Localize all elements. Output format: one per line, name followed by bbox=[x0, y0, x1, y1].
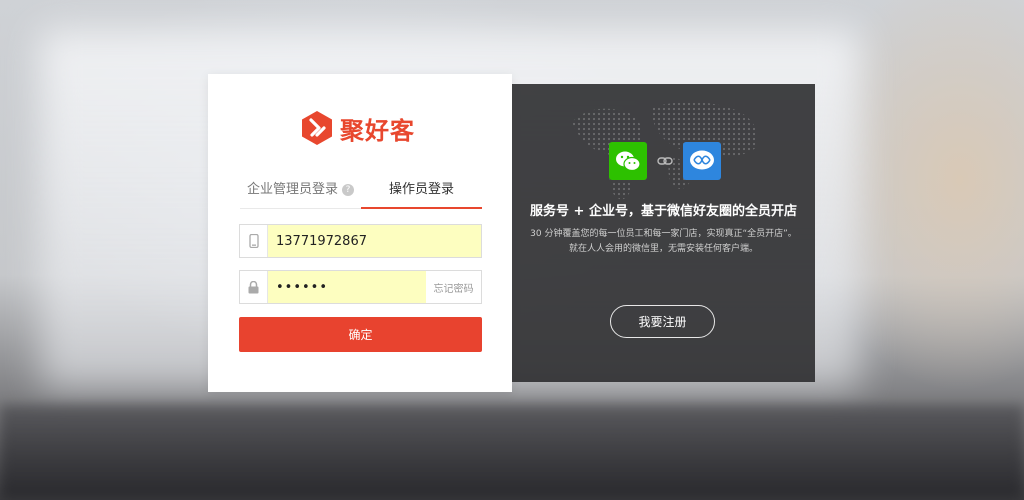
tab-admin-login[interactable]: 企业管理员登录? bbox=[240, 178, 361, 208]
promo-slogan: 服务号 + 企业号，基于微信好友圈的全员开店 bbox=[530, 204, 797, 219]
logo: 聚好客 bbox=[300, 110, 415, 146]
login-card: 聚好客 企业管理员登录? 操作员登录 忘记密码 确定 bbox=[208, 74, 512, 392]
confirm-button[interactable]: 确定 bbox=[239, 317, 482, 352]
phone-input[interactable] bbox=[268, 225, 481, 257]
phone-field bbox=[239, 224, 482, 258]
promo-panel: 服务号 + 企业号，基于微信好友圈的全员开店 30 分钟覆盖您的每一位员工和每一… bbox=[512, 84, 815, 382]
register-button[interactable]: 我要注册 bbox=[610, 305, 715, 338]
forgot-password-link[interactable]: 忘记密码 bbox=[426, 280, 481, 295]
link-icon bbox=[657, 157, 673, 165]
blurred-keyboard bbox=[0, 405, 1024, 500]
question-circle-icon[interactable]: ? bbox=[342, 184, 354, 196]
promo-desc-line-1: 30 分钟覆盖您的每一位员工和每一家门店，实现真正“全员开店”。 bbox=[530, 229, 797, 239]
password-field: 忘记密码 bbox=[239, 270, 482, 304]
password-input[interactable] bbox=[268, 271, 426, 303]
login-tabs: 企业管理员登录? 操作员登录 bbox=[240, 178, 482, 209]
app-icons bbox=[609, 142, 721, 180]
promo-description: 30 分钟覆盖您的每一位员工和每一家门店，实现真正“全员开店”。 就在人人会用的… bbox=[512, 227, 815, 257]
lock-icon bbox=[240, 271, 268, 303]
wechat-work-icon bbox=[683, 142, 721, 180]
wechat-icon bbox=[609, 142, 647, 180]
phone-icon bbox=[240, 225, 268, 257]
brand-name: 聚好客 bbox=[340, 116, 415, 145]
tab-operator-login[interactable]: 操作员登录 bbox=[361, 178, 482, 209]
tab-operator-login-label: 操作员登录 bbox=[388, 182, 454, 197]
tab-admin-login-label: 企业管理员登录 bbox=[246, 182, 338, 197]
promo-desc-line-2: 就在人人会用的微信里，无需安装任何客户端。 bbox=[568, 244, 758, 254]
brand-logo-icon bbox=[302, 111, 332, 145]
